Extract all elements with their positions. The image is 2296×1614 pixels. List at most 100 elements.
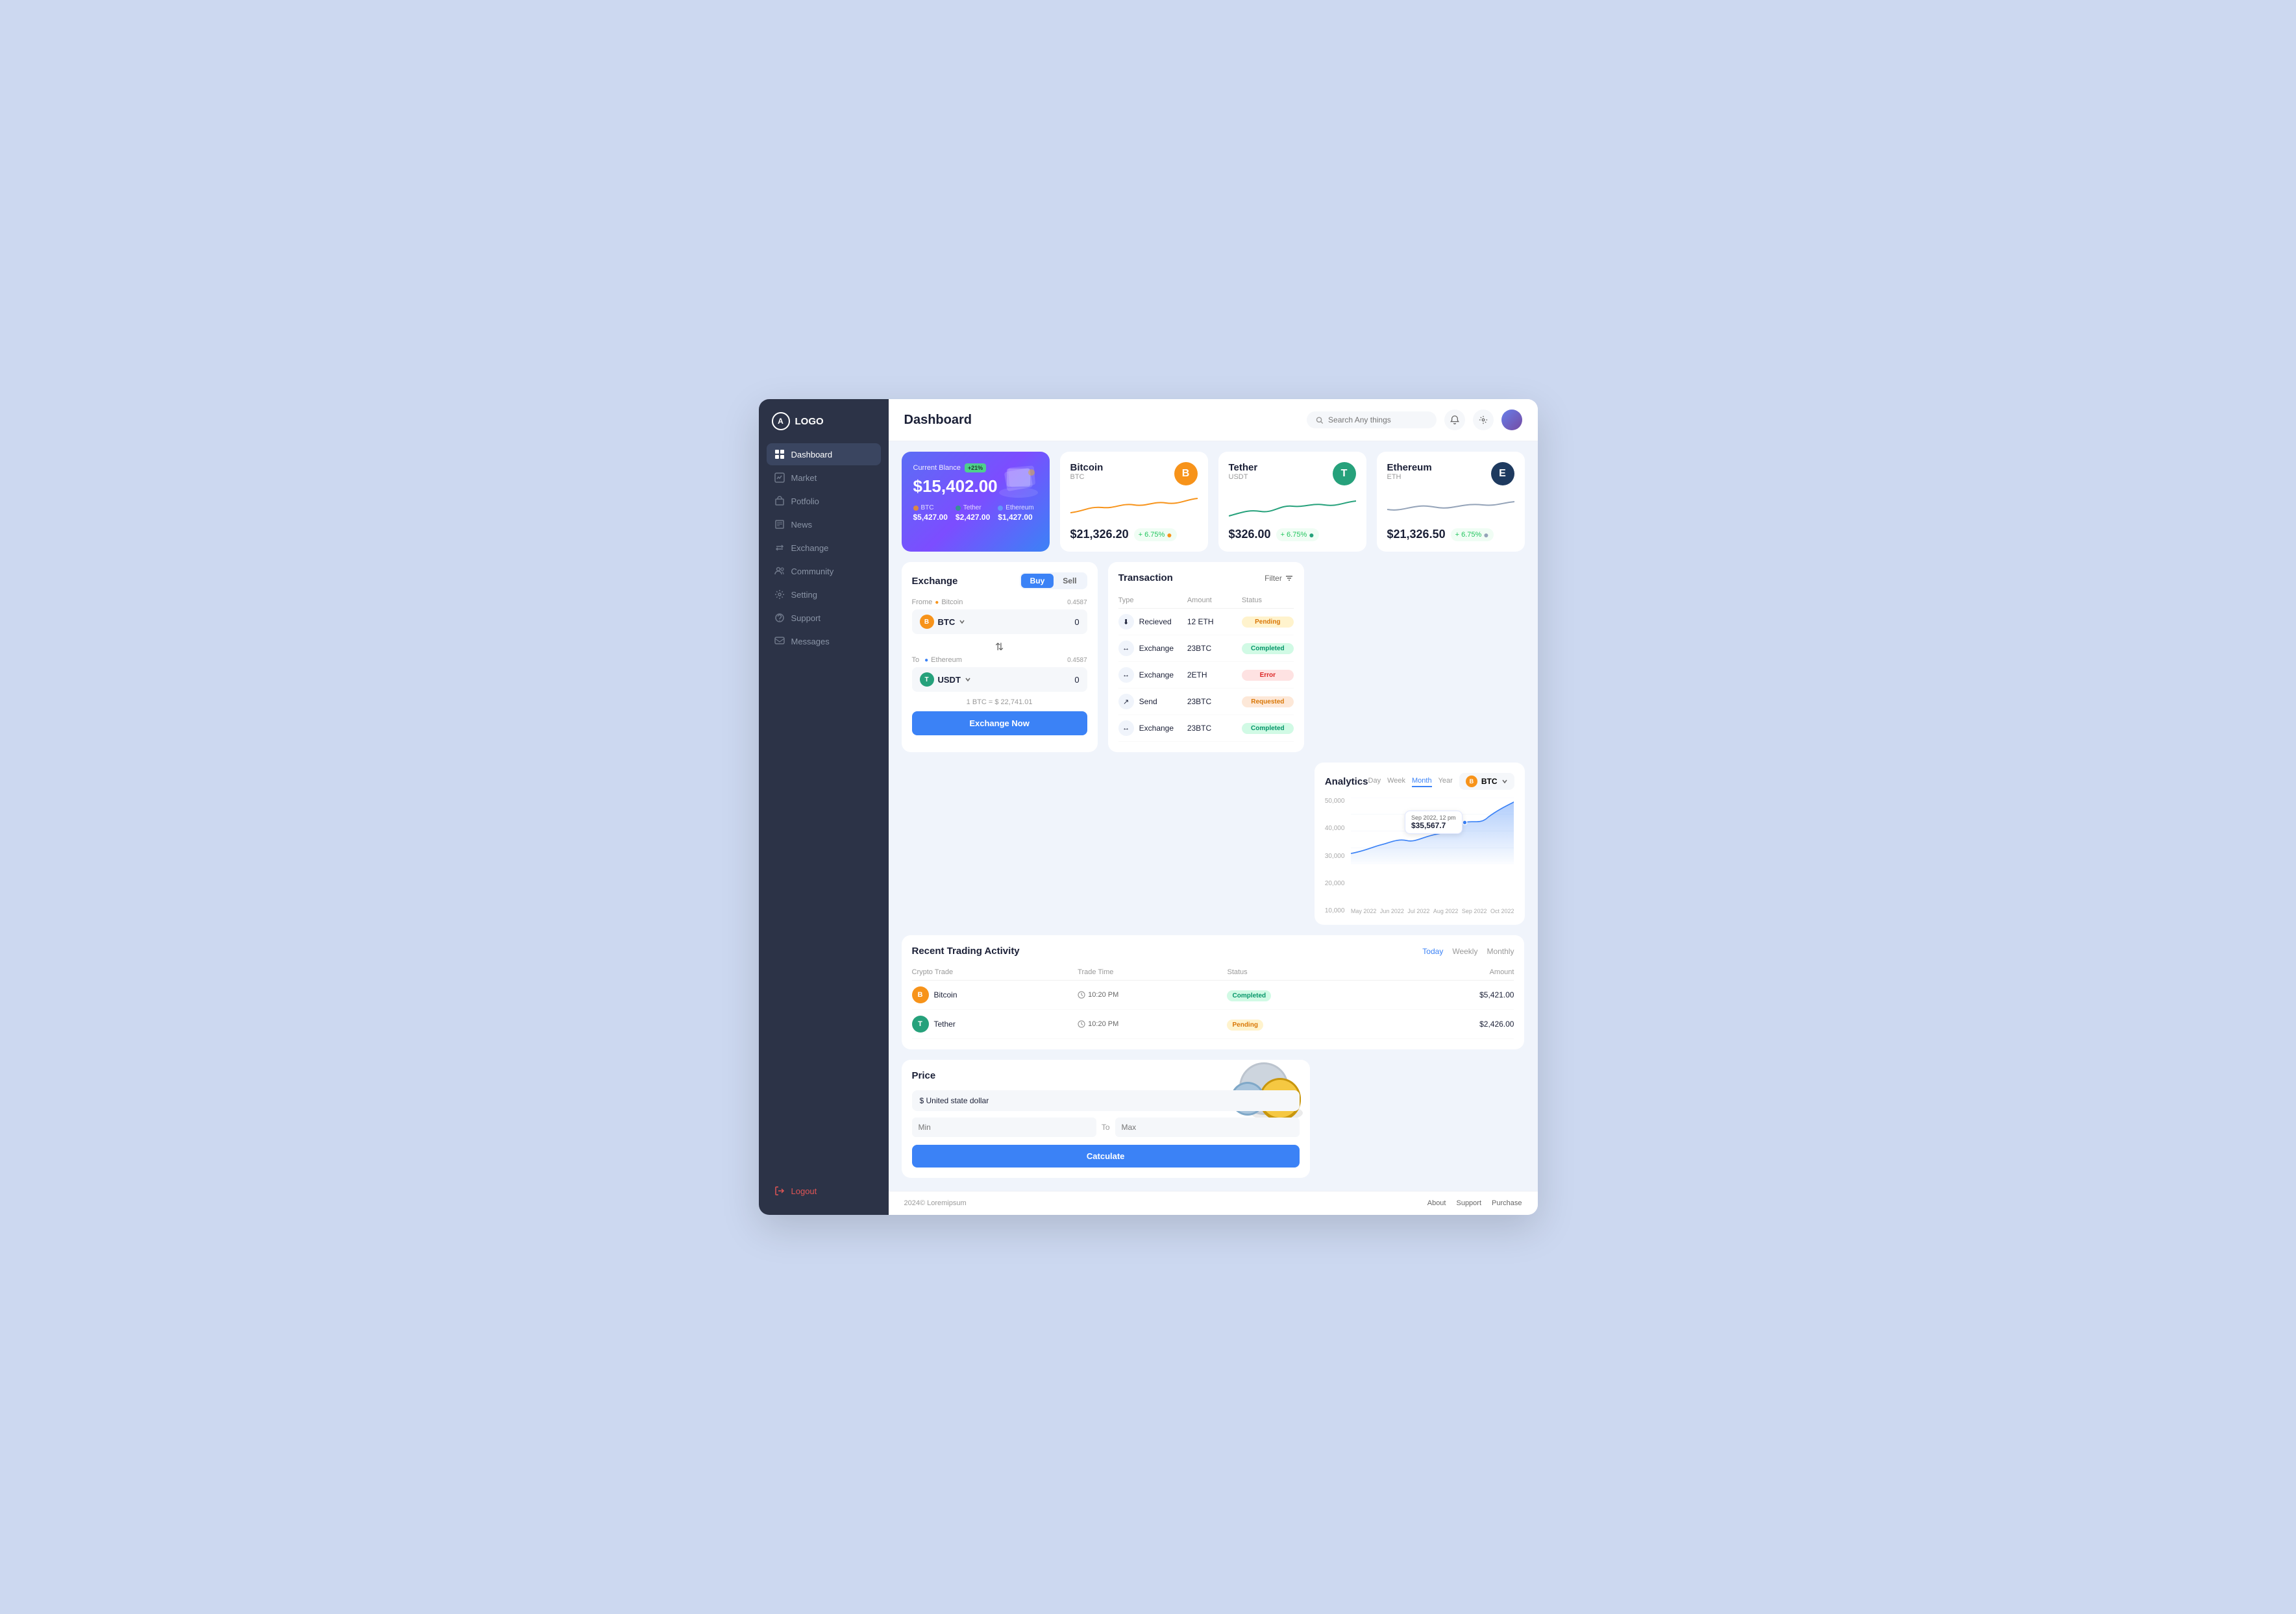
tx-icon-exchange: ↔ <box>1118 641 1134 656</box>
status-badge: Requested <box>1242 696 1294 707</box>
tx-type: ⬇ Recieved <box>1118 614 1185 630</box>
clock-icon <box>1078 991 1085 999</box>
balance-card: Current Blance +21% $15,402.00 <box>902 452 1050 552</box>
transaction-panel: Transaction Filter Type Amount Status ⬇ <box>1108 562 1304 752</box>
tether-icon: T <box>1333 462 1356 485</box>
bitcoin-row-icon: B <box>912 986 929 1003</box>
col-crypto-trade: Crypto Trade <box>912 964 1078 981</box>
sidebar-item-label: Setting <box>791 590 817 600</box>
chart-y-labels: 50,000 40,000 30,000 20,000 10,000 <box>1325 798 1345 914</box>
balance-coins: BTC $5,427.00 Tether $2,427.00 Ethereum … <box>913 504 1038 522</box>
sidebar-item-setting[interactable]: Setting <box>767 583 881 605</box>
sidebar-item-news[interactable]: News <box>767 513 881 535</box>
btc-selector-icon: B <box>1466 776 1477 787</box>
tether-chart <box>1229 493 1356 522</box>
copyright: 2024© Loremipsum <box>904 1199 967 1207</box>
tx-amount: 12 ETH <box>1187 617 1239 626</box>
table-row: B Bitcoin 10:20 PM Completed <box>912 981 1514 1010</box>
clock-icon <box>1078 1020 1085 1028</box>
footer-about[interactable]: About <box>1427 1199 1446 1207</box>
bitcoin-chart <box>1070 493 1198 522</box>
sidebar-item-label: Community <box>791 567 834 576</box>
search-input[interactable] <box>1328 415 1427 424</box>
sidebar-item-label: Support <box>791 613 821 623</box>
price-panel: Price $ United state dollar To <box>902 1060 1310 1178</box>
calculate-button[interactable]: Catculate <box>912 1145 1300 1168</box>
transaction-table: Type Amount Status ⬇ Recieved 12 ETH Pen… <box>1118 593 1294 742</box>
sidebar-item-support[interactable]: Support <box>767 607 881 629</box>
to-input-box: T USDT 0 <box>912 667 1087 692</box>
amount-value: $5,421.00 <box>1479 990 1514 999</box>
sidebar-item-market[interactable]: Market <box>767 467 881 489</box>
tether-card: Tether USDT T $326.00 + 6.75% ● <box>1218 452 1366 552</box>
col-amount: Amount <box>1187 596 1239 604</box>
tab-month[interactable]: Month <box>1412 776 1432 787</box>
exchange-btn-group: Buy Sell <box>1020 572 1087 589</box>
sidebar-item-exchange[interactable]: Exchange <box>767 537 881 559</box>
ethereum-card: Ethereum ETH E $21,326.50 + 6.75% ● <box>1377 452 1525 552</box>
sidebar-item-label: Exchange <box>791 543 829 553</box>
max-input[interactable] <box>1115 1118 1300 1137</box>
sidebar-item-community[interactable]: Community <box>767 560 881 582</box>
to-label: To ● Ethereum 0.4587 <box>912 656 1087 664</box>
filter-button[interactable]: Filter <box>1265 574 1294 583</box>
ethereum-change: + 6.75% ● <box>1451 528 1494 541</box>
tab-monthly[interactable]: Monthly <box>1487 947 1514 956</box>
bitcoin-symbol: BTC <box>1070 473 1104 481</box>
sidebar-item-messages[interactable]: Messages <box>767 630 881 652</box>
settings-button[interactable] <box>1473 410 1494 430</box>
table-row: ↔Exchange 23BTC Completed <box>1118 715 1294 742</box>
coin-cell: B Bitcoin <box>912 986 1078 1003</box>
price-range: To <box>912 1118 1300 1137</box>
sidebar-item-label: Dashboard <box>791 450 833 459</box>
col-amount: Amount <box>1388 964 1514 981</box>
range-separator: To <box>1102 1123 1110 1132</box>
logo-icon: A <box>772 412 790 430</box>
chevron-down-icon <box>959 618 965 625</box>
bitcoin-change: + 6.75% ● <box>1134 528 1177 541</box>
tab-week[interactable]: Week <box>1387 776 1405 787</box>
exchange-now-button[interactable]: Exchange Now <box>912 711 1087 735</box>
exchange-title: Exchange <box>912 576 958 587</box>
search-box[interactable] <box>1307 411 1437 428</box>
footer-purchase[interactable]: Purchase <box>1492 1199 1522 1207</box>
tether-change: + 6.75% ● <box>1276 528 1319 541</box>
ethereum-price: $21,326.50 <box>1387 528 1446 541</box>
col-status: Status <box>1242 596 1294 604</box>
col-trade-time: Trade Time <box>1078 964 1227 981</box>
notification-button[interactable] <box>1444 410 1465 430</box>
time-cell: 10:20 PM <box>1078 1020 1227 1028</box>
logout-button[interactable]: Logout <box>767 1180 881 1202</box>
ethereum-value: $1,427.00 <box>998 513 1033 522</box>
sell-tab[interactable]: Sell <box>1054 574 1085 588</box>
tab-day[interactable]: Day <box>1368 776 1381 787</box>
recent-trading-panel: Recent Trading Activity Today Weekly Mon… <box>902 935 1525 1049</box>
tab-weekly[interactable]: Weekly <box>1452 947 1477 956</box>
transaction-title: Transaction <box>1118 572 1173 583</box>
footer-support[interactable]: Support <box>1456 1199 1481 1207</box>
table-row: ↗Send 23BTC Requested <box>1118 689 1294 715</box>
tab-today[interactable]: Today <box>1422 947 1443 956</box>
buy-tab[interactable]: Buy <box>1021 574 1054 588</box>
bitcoin-name: Bitcoin <box>1070 462 1104 473</box>
analytics-title: Analytics <box>1325 776 1368 787</box>
to-coin-selector[interactable]: T USDT <box>920 672 971 687</box>
exchange-rate: 1 BTC = $ 22,741.01 <box>912 698 1087 706</box>
from-coin-selector[interactable]: B BTC <box>920 615 966 629</box>
exchange-panel: Exchange Buy Sell Frome ● Bitcoin 0.4587 <box>902 562 1098 752</box>
min-input[interactable] <box>912 1118 1096 1137</box>
tab-year[interactable]: Year <box>1438 776 1453 787</box>
avatar[interactable] <box>1501 410 1522 430</box>
balance-decoration <box>993 457 1044 502</box>
sidebar-nav: Dashboard Market Potfolio News Exchange … <box>759 443 889 1180</box>
currency-select[interactable]: $ United state dollar <box>912 1090 1300 1111</box>
sidebar-item-dashboard[interactable]: Dashboard <box>767 443 881 465</box>
header-right <box>1307 410 1522 430</box>
sidebar-item-portfolio[interactable]: Potfolio <box>767 490 881 512</box>
bitcoin-card: Bitcoin BTC B $21,326.20 + 6.75% ● <box>1060 452 1208 552</box>
logout-label: Logout <box>791 1186 817 1196</box>
analytics-coin-selector[interactable]: B BTC <box>1459 773 1514 790</box>
table-row: ↔Exchange 23BTC Completed <box>1118 635 1294 662</box>
analytics-chart: 50,000 40,000 30,000 20,000 10,000 <box>1325 798 1514 914</box>
from-label: Frome ● Bitcoin 0.4587 <box>912 598 1087 606</box>
